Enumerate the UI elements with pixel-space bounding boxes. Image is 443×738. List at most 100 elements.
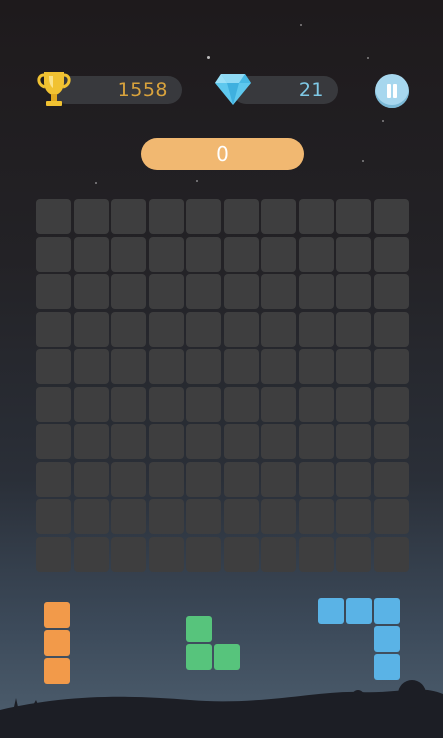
board-cell[interactable]: [298, 499, 334, 534]
board-cell[interactable]: [261, 386, 296, 422]
board-cell[interactable]: [298, 461, 334, 497]
board-cell[interactable]: [336, 236, 371, 272]
board-cell[interactable]: [298, 274, 334, 309]
board-cell[interactable]: [73, 424, 109, 459]
board-cell[interactable]: [111, 199, 146, 234]
orange-i3-piece[interactable]: [44, 602, 70, 684]
board-cell[interactable]: [223, 461, 259, 497]
board-cell[interactable]: [186, 199, 221, 234]
board-cell[interactable]: [73, 236, 109, 272]
board-cell[interactable]: [73, 386, 109, 422]
board-cell[interactable]: [261, 424, 296, 459]
board-cell[interactable]: [186, 424, 221, 459]
board-cell[interactable]: [111, 236, 146, 272]
board-cell[interactable]: [373, 536, 409, 572]
board-cell[interactable]: [148, 274, 184, 309]
board-cell[interactable]: [373, 274, 409, 309]
board-cell[interactable]: [111, 424, 146, 459]
board-cell[interactable]: [373, 386, 409, 422]
board-cell[interactable]: [186, 311, 221, 347]
board-cell[interactable]: [111, 499, 146, 534]
board-cell[interactable]: [373, 461, 409, 497]
board-cell[interactable]: [186, 274, 221, 309]
board-cell[interactable]: [298, 536, 334, 572]
board-cell[interactable]: [73, 536, 109, 572]
board-cell[interactable]: [148, 536, 184, 572]
board-cell[interactable]: [111, 274, 146, 309]
board-cell[interactable]: [111, 311, 146, 347]
board-cell[interactable]: [148, 236, 184, 272]
board-cell[interactable]: [261, 536, 296, 572]
board-cell[interactable]: [73, 199, 109, 234]
board-cell[interactable]: [148, 199, 184, 234]
board-cell[interactable]: [36, 274, 71, 309]
board-cell[interactable]: [148, 349, 184, 384]
board-cell[interactable]: [111, 386, 146, 422]
blue-j-piece[interactable]: [318, 598, 400, 680]
board-cell[interactable]: [148, 424, 184, 459]
board-cell[interactable]: [223, 536, 259, 572]
board-cell[interactable]: [148, 386, 184, 422]
board-cell[interactable]: [261, 349, 296, 384]
board-cell[interactable]: [73, 461, 109, 497]
board-cell[interactable]: [336, 311, 371, 347]
board-cell[interactable]: [261, 311, 296, 347]
board-cell[interactable]: [261, 499, 296, 534]
board-cell[interactable]: [36, 499, 71, 534]
board-cell[interactable]: [373, 349, 409, 384]
board-cell[interactable]: [36, 386, 71, 422]
pause-button[interactable]: [375, 74, 409, 108]
board-cell[interactable]: [186, 349, 221, 384]
board-cell[interactable]: [261, 236, 296, 272]
board-cell[interactable]: [148, 461, 184, 497]
board-cell[interactable]: [223, 386, 259, 422]
board-cell[interactable]: [186, 499, 221, 534]
board-cell[interactable]: [261, 274, 296, 309]
board-cell[interactable]: [373, 499, 409, 534]
board-cell[interactable]: [261, 199, 296, 234]
board-cell[interactable]: [336, 349, 371, 384]
board-cell[interactable]: [73, 274, 109, 309]
board-cell[interactable]: [111, 349, 146, 384]
board-cell[interactable]: [336, 536, 371, 572]
board-cell[interactable]: [186, 461, 221, 497]
board-cell[interactable]: [73, 499, 109, 534]
board-cell[interactable]: [111, 536, 146, 572]
board-cell[interactable]: [73, 349, 109, 384]
board-cell[interactable]: [261, 461, 296, 497]
board-cell[interactable]: [223, 499, 259, 534]
board-cell[interactable]: [111, 461, 146, 497]
board-cell[interactable]: [373, 424, 409, 459]
board-cell[interactable]: [336, 499, 371, 534]
board-cell[interactable]: [298, 199, 334, 234]
board-cell[interactable]: [36, 349, 71, 384]
game-board[interactable]: [36, 199, 411, 574]
board-cell[interactable]: [36, 536, 71, 572]
board-cell[interactable]: [73, 311, 109, 347]
board-cell[interactable]: [186, 536, 221, 572]
board-cell[interactable]: [223, 236, 259, 272]
green-l-piece[interactable]: [186, 616, 240, 670]
board-cell[interactable]: [223, 349, 259, 384]
board-cell[interactable]: [36, 199, 71, 234]
board-cell[interactable]: [373, 311, 409, 347]
board-cell[interactable]: [223, 274, 259, 309]
board-cell[interactable]: [186, 386, 221, 422]
board-cell[interactable]: [36, 236, 71, 272]
board-cell[interactable]: [336, 461, 371, 497]
board-cell[interactable]: [298, 311, 334, 347]
board-cell[interactable]: [186, 236, 221, 272]
board-cell[interactable]: [298, 349, 334, 384]
board-cell[interactable]: [373, 236, 409, 272]
board-cell[interactable]: [223, 199, 259, 234]
board-cell[interactable]: [36, 424, 71, 459]
board-cell[interactable]: [336, 199, 371, 234]
board-cell[interactable]: [148, 499, 184, 534]
board-cell[interactable]: [336, 424, 371, 459]
board-cell[interactable]: [336, 386, 371, 422]
board-cell[interactable]: [36, 461, 71, 497]
board-cell[interactable]: [223, 311, 259, 347]
board-cell[interactable]: [298, 236, 334, 272]
board-cell[interactable]: [298, 424, 334, 459]
board-cell[interactable]: [298, 386, 334, 422]
